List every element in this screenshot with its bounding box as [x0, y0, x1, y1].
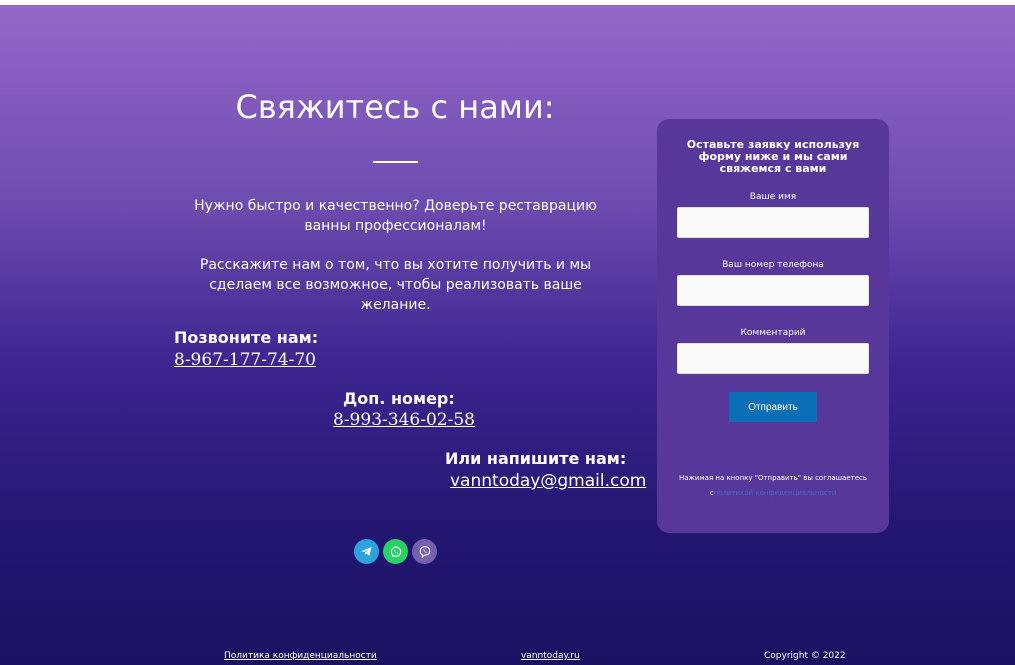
viber-button[interactable] — [412, 539, 437, 564]
title-divider — [373, 161, 418, 163]
contact-form-card: Оставьте заявку используя форму ниже и м… — [657, 119, 889, 533]
name-label: Ваше имя — [749, 192, 797, 202]
footer-privacy-link[interactable]: Политика конфиденциальности — [224, 651, 377, 661]
footer-site-link[interactable]: vanntoday.ru — [521, 651, 580, 661]
page-title: Свяжитесь с нами: — [235, 88, 555, 126]
extra-phone-label: Доп. номер: — [343, 389, 455, 408]
footer-copyright: Copyright © 2022 — [764, 651, 846, 661]
phone-label: Ваш номер телефона — [722, 260, 824, 270]
consent-note: Нажимая на кнопку "Отправить" вы соглаша… — [669, 471, 877, 501]
extra-phone-link[interactable]: 8-993-346-02-58 — [333, 410, 475, 430]
intro-text-2: Расскажите нам о том, что вы хотите полу… — [199, 257, 592, 313]
privacy-policy-link[interactable]: политикой конфиденциальности — [714, 489, 837, 497]
call-label: Позвоните нам: — [174, 328, 319, 347]
viber-icon — [419, 545, 430, 558]
write-label: Или напишите нам: — [445, 449, 627, 468]
whatsapp-button[interactable] — [383, 539, 408, 564]
phone-input[interactable] — [677, 275, 869, 306]
comment-input[interactable] — [677, 343, 869, 374]
whatsapp-icon — [390, 545, 401, 557]
top-border — [0, 0, 1015, 5]
phone-link[interactable]: 8-967-177-74-70 — [174, 350, 316, 370]
comment-label: Комментарий — [740, 328, 806, 338]
intro-text-1: Нужно быстро и качественно? Доверьте рес… — [194, 198, 597, 234]
email-link[interactable]: vanntoday@gmail.com — [450, 471, 646, 491]
name-input[interactable] — [677, 207, 869, 238]
form-title: Оставьте заявку используя форму ниже и м… — [686, 138, 860, 175]
telegram-button[interactable] — [354, 539, 379, 564]
submit-button[interactable]: Отправить — [729, 392, 817, 422]
telegram-icon — [361, 547, 372, 556]
